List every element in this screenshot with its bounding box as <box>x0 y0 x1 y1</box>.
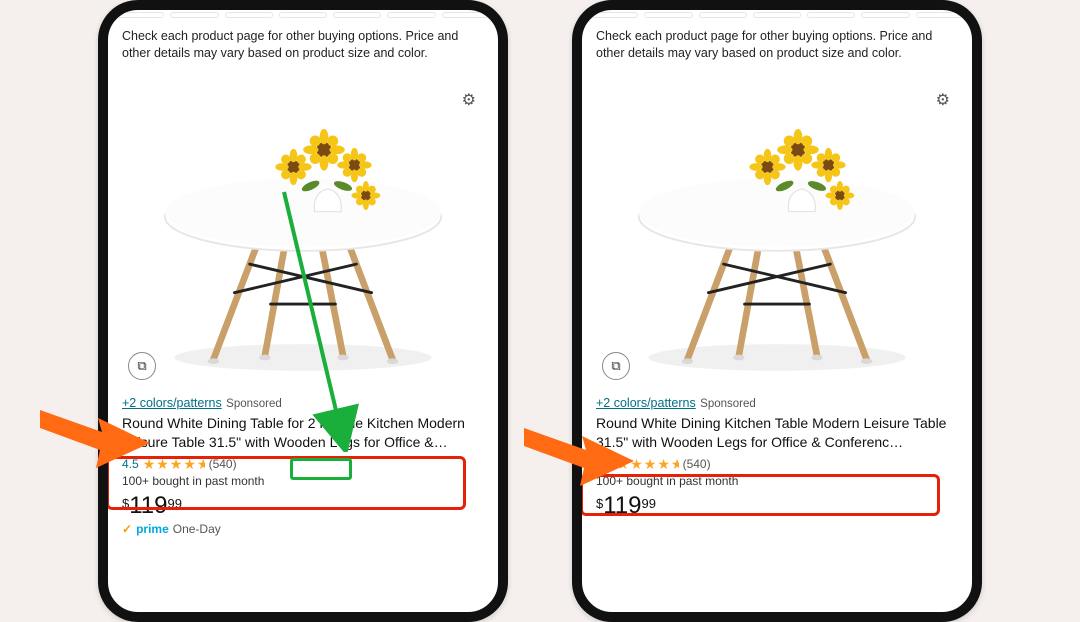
product-card[interactable]: ⚙ <box>596 66 958 518</box>
price: $ 119 99 <box>596 494 958 518</box>
star-icon: ★★★★★ <box>143 456 205 473</box>
rating-count: (540) <box>683 457 711 471</box>
rating-count: (540) <box>209 457 237 471</box>
price-whole: 119 <box>603 494 641 518</box>
delivery-speed: One-Day <box>173 522 221 536</box>
swatch-icon[interactable]: ⧉ <box>602 352 630 380</box>
rating-row[interactable]: 4.5 ★★★★★ (540) <box>596 456 958 473</box>
product-title[interactable]: Round White Dining Table for 2 People Ki… <box>122 414 484 452</box>
price-cents: 99 <box>642 496 656 511</box>
phone-left: Check each product page for other buying… <box>98 0 508 622</box>
swatch-icon[interactable]: ⧉ <box>128 352 156 380</box>
buying-options-notice: Check each product page for other buying… <box>596 28 958 62</box>
prime-label: prime <box>136 522 169 536</box>
colors-patterns-link[interactable]: +2 colors/patterns <box>596 396 696 410</box>
prime-check-icon: ✓ <box>122 522 132 536</box>
rating-value: 4.5 <box>122 457 139 471</box>
price-currency: $ <box>596 496 603 511</box>
product-image[interactable]: ⧉ <box>122 66 484 386</box>
buying-options-notice: Check each product page for other buying… <box>122 28 484 62</box>
price-whole: 119 <box>129 494 167 518</box>
bought-count: 100+ bought in past month <box>596 474 958 488</box>
filter-chip-row <box>590 12 964 22</box>
table-illustration <box>122 66 484 386</box>
filter-chip-row <box>116 12 490 22</box>
product-card[interactable]: ⚙ <box>122 66 484 536</box>
bought-count: 100+ bought in past month <box>122 474 484 488</box>
price-currency: $ <box>122 496 129 511</box>
star-icon: ★★★★★ <box>617 456 679 473</box>
price: $ 119 99 <box>122 494 484 518</box>
sponsored-label[interactable]: Sponsored <box>700 398 756 410</box>
price-cents: 99 <box>168 496 182 511</box>
sponsored-label[interactable]: Sponsored <box>226 398 282 410</box>
prime-delivery: ✓ prime One-Day <box>122 522 484 536</box>
rating-value: 4.5 <box>596 457 613 471</box>
phone-right: Check each product page for other buying… <box>572 0 982 622</box>
rating-row[interactable]: 4.5 ★★★★★ (540) <box>122 456 484 473</box>
product-title[interactable]: Round White Dining Kitchen Table Modern … <box>596 414 958 452</box>
colors-patterns-link[interactable]: +2 colors/patterns <box>122 396 222 410</box>
table-illustration <box>596 66 958 386</box>
product-image[interactable]: ⧉ <box>596 66 958 386</box>
